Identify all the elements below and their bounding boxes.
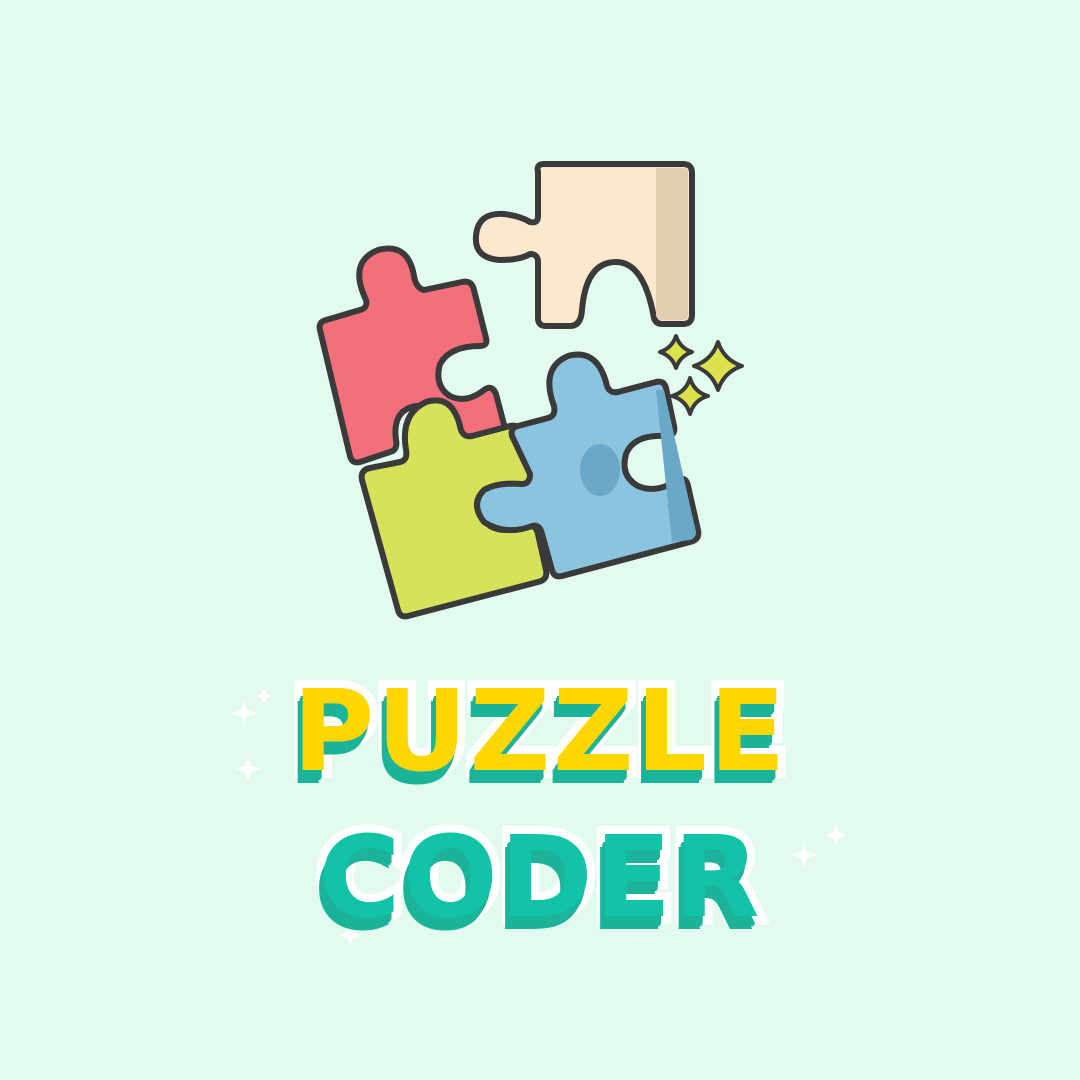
sparkle-icon: [692, 340, 744, 392]
splash-screen: PUZZLE CODER: [0, 0, 1080, 1080]
title-line-1: PUZZLE: [284, 667, 793, 797]
title-line-2: CODER: [310, 813, 767, 943]
sparkle-icon: [658, 334, 694, 370]
puzzle-pieces-icon: [316, 161, 744, 620]
logo-sparkles: [658, 334, 744, 416]
cream-puzzle-piece: [472, 161, 695, 329]
sparkle-icon: [670, 376, 710, 416]
